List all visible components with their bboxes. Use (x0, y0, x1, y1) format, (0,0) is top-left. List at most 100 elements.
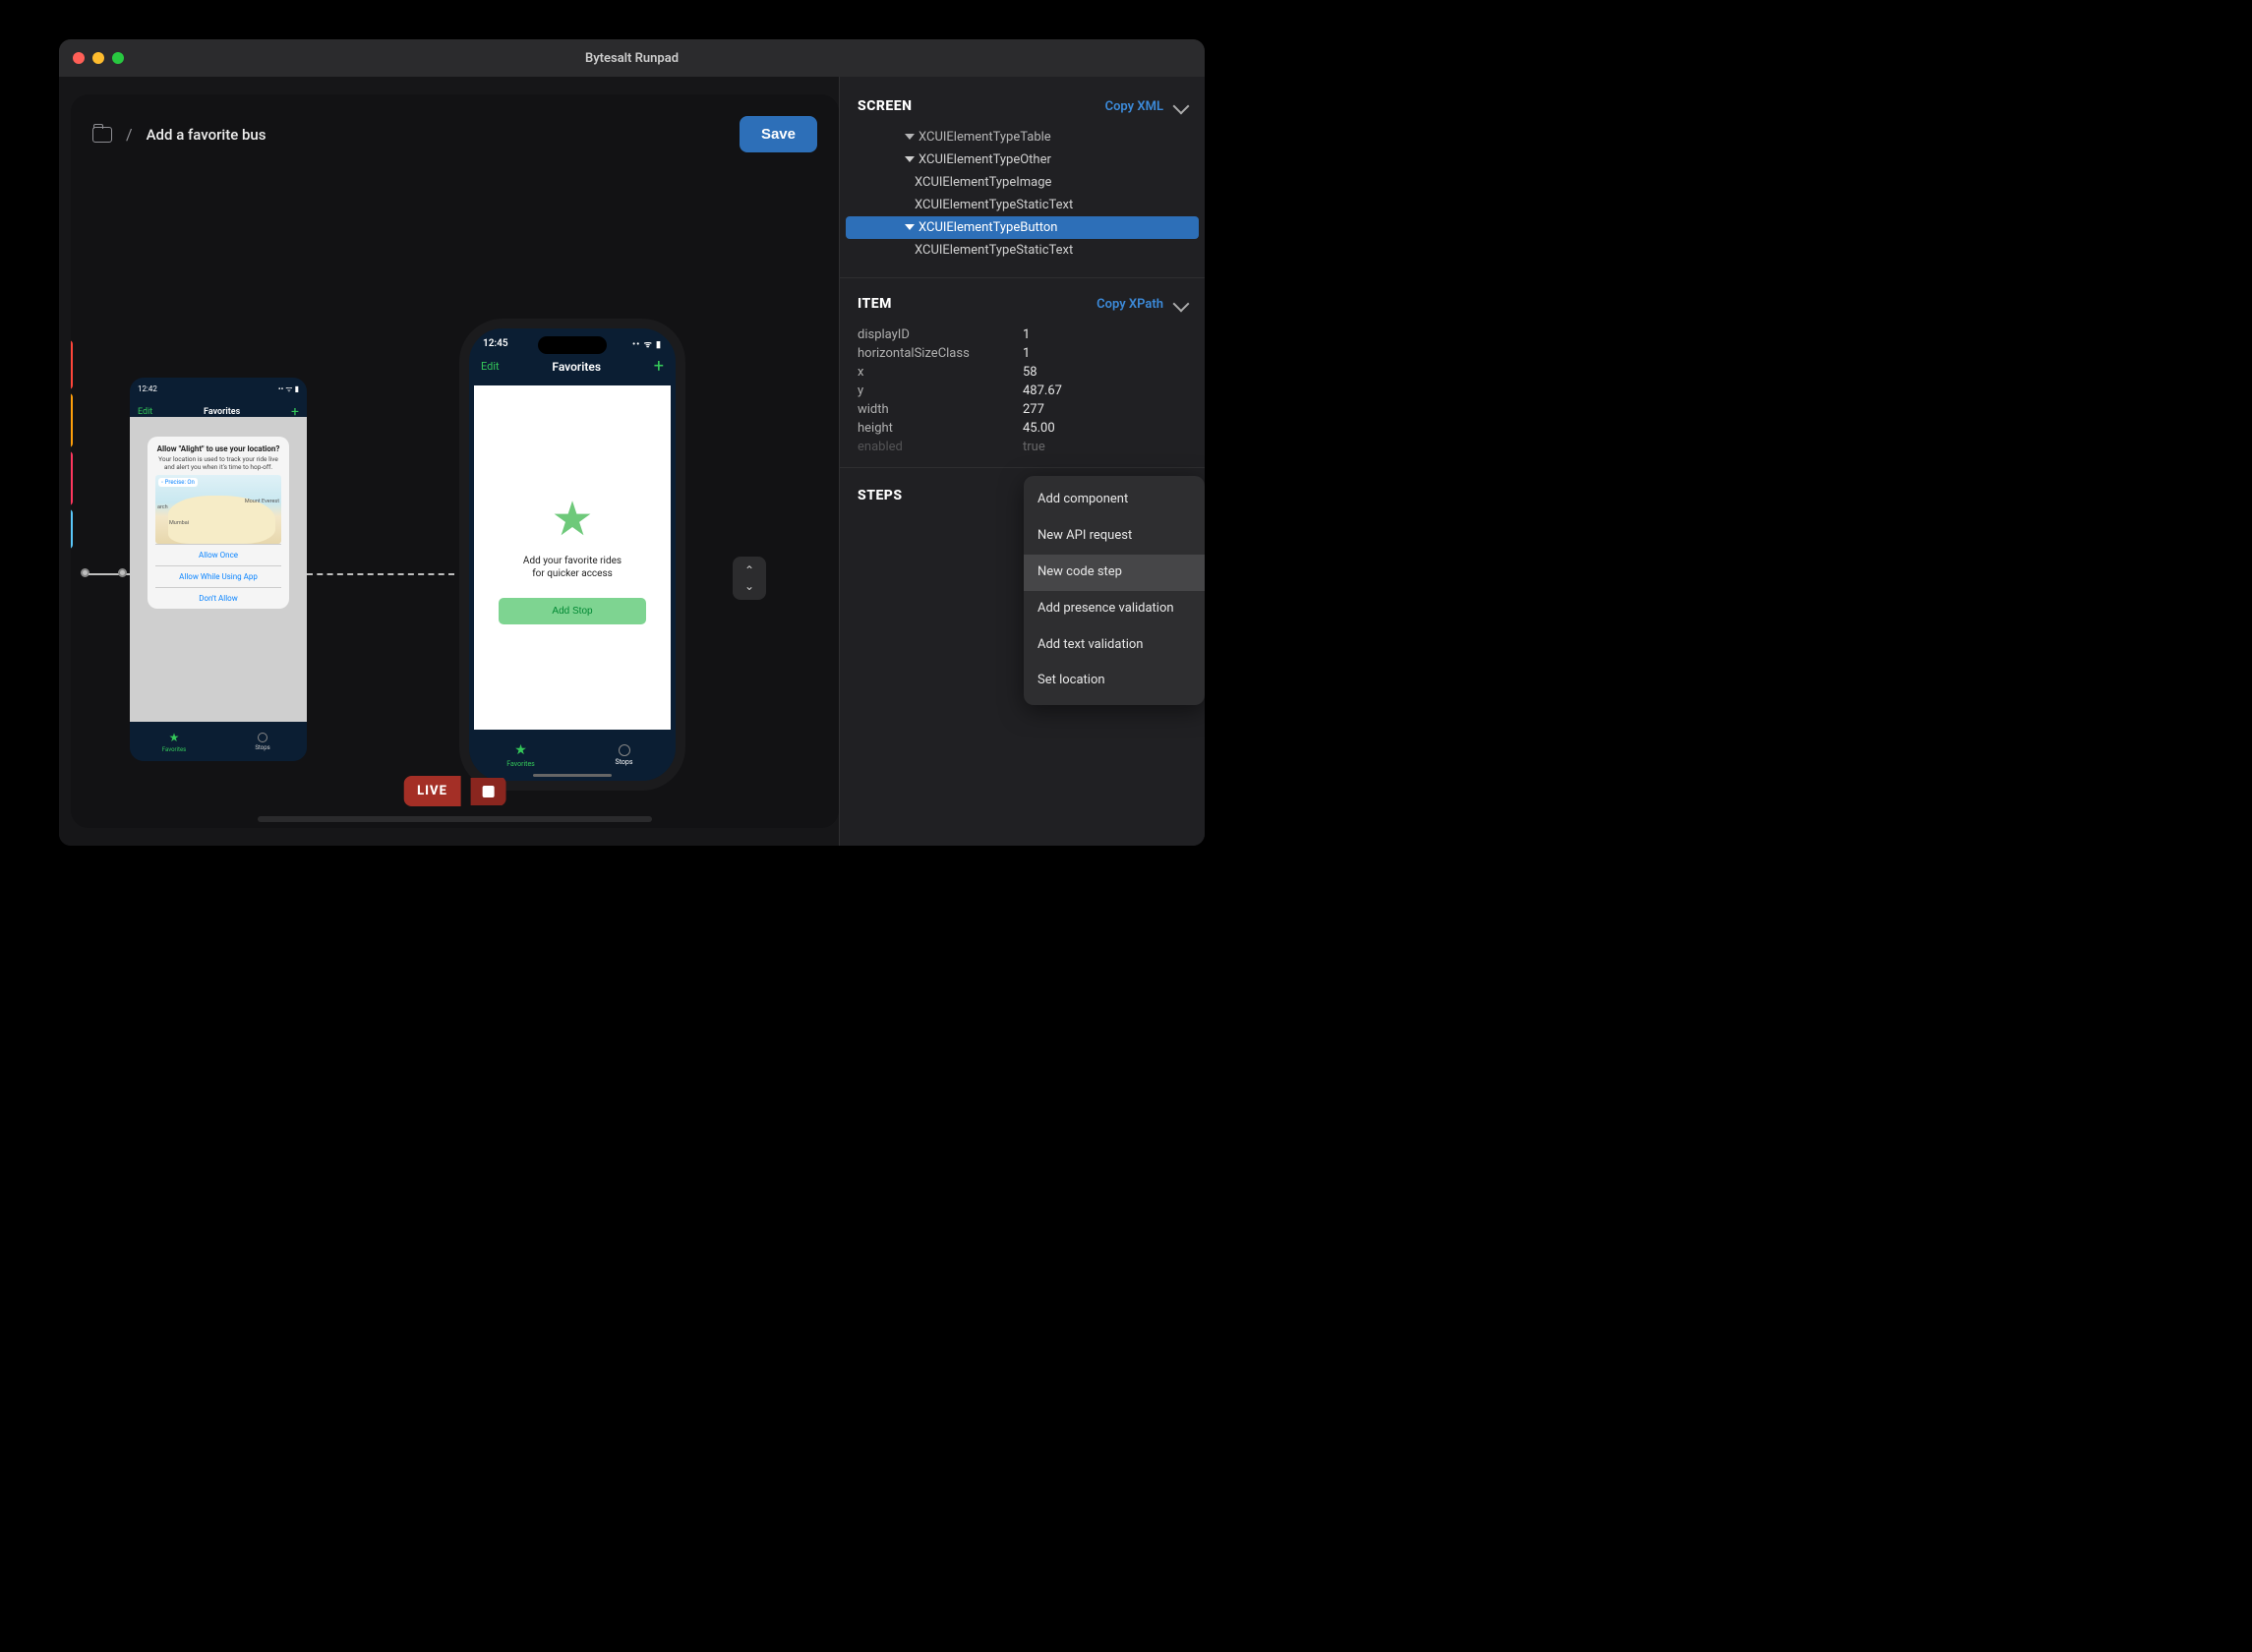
panel-actions: Copy XPath (1096, 297, 1187, 312)
steps-panel: STEPS + Add componentNew API requestNew … (840, 474, 1205, 846)
tree-row[interactable]: XCUIElementTypeStaticText (846, 194, 1199, 216)
live-control: LIVE (403, 776, 506, 806)
alert-map-preview: ◦ Precise: On arch Mumbai Mount Everest (155, 475, 281, 544)
menu-item[interactable]: New API request (1024, 518, 1205, 555)
nav-bar: Edit Favorites + (469, 352, 676, 384)
allow-once-button[interactable]: Allow Once (155, 544, 281, 565)
divider (840, 467, 1205, 468)
property-row: horizontalSizeClass 1 (858, 344, 1187, 363)
copy-xpath-button[interactable]: Copy XPath (1096, 297, 1163, 312)
add-step-menu: Add componentNew API requestNew code ste… (1024, 476, 1205, 705)
nav-title: Favorites (552, 360, 601, 374)
close-window-button[interactable] (73, 52, 85, 64)
canvas-body[interactable]: 12:42 •• ᯤ ▮ Edit Favorites + Allow "Ali… (71, 163, 839, 828)
canvas-scrollbar[interactable] (258, 816, 652, 822)
save-button[interactable]: Save (740, 116, 817, 152)
status-time: 12:42 (138, 384, 157, 393)
panel-title: STEPS (858, 488, 903, 503)
map-label: Mount Everest (245, 499, 279, 504)
screen-panel-header: SCREEN Copy XML (840, 87, 1205, 126)
phone-mock-location-permission[interactable]: 12:42 •• ᯤ ▮ Edit Favorites + Allow "Ali… (130, 378, 307, 761)
minimize-window-button[interactable] (92, 52, 104, 64)
disclosure-triangle-icon (905, 134, 915, 140)
property-row: x 58 (858, 363, 1187, 382)
home-indicator (533, 774, 612, 777)
add-stop-button[interactable]: Add Stop (499, 598, 646, 624)
map-label: arch (157, 504, 168, 510)
tree-row[interactable]: XCUIElementTypeButton (846, 216, 1199, 239)
element-tree[interactable]: XCUIElementTypeTable XCUIElementTypeOther… (840, 126, 1205, 271)
nav-edit-button[interactable]: Edit (138, 407, 152, 417)
app-window: Bytesalt Runpad / Add a favorite bus Sav… (59, 39, 1205, 846)
chevron-down-icon[interactable] (1173, 98, 1190, 115)
status-icons: •• ᯤ ▮ (278, 384, 299, 394)
property-value: 58 (1023, 365, 1037, 380)
inspector-sidebar: SCREEN Copy XML XCUIElementTypeTableXCUI… (839, 77, 1205, 846)
map-label: Mumbai (169, 520, 189, 526)
tree-row-label: XCUIElementTypeOther (919, 152, 1051, 167)
panel-title: ITEM (858, 296, 892, 312)
phone-mock-favorites-empty[interactable]: 12:45 •• ᯤ ▮ Edit Favorites + ★ Add your… (459, 319, 685, 791)
property-key: width (858, 402, 995, 417)
breadcrumb-title: Add a favorite bus (147, 126, 267, 144)
titlebar: Bytesalt Runpad (59, 39, 1205, 77)
live-stop-button[interactable] (471, 778, 506, 805)
nav-plus-button[interactable]: + (654, 356, 664, 377)
tab-label: Favorites (506, 760, 535, 768)
tab-bar: ★ Favorites Stops (130, 722, 307, 761)
folder-icon[interactable] (92, 127, 112, 143)
property-key: x (858, 365, 995, 380)
tree-row[interactable]: XCUIElementTypeStaticText (846, 239, 1199, 262)
chevron-up-icon: ⌃ (744, 563, 754, 577)
dont-allow-button[interactable]: Don't Allow (155, 587, 281, 609)
tree-row[interactable]: XCUIElementTypeImage (846, 171, 1199, 194)
copy-xml-button[interactable]: Copy XML (1105, 99, 1163, 114)
app-body: / Add a favorite bus Save (59, 77, 1205, 846)
empty-state: ★ Add your favorite rides for quicker ac… (474, 385, 671, 730)
circle-icon (258, 733, 267, 742)
menu-item[interactable]: New code step (1024, 555, 1205, 591)
star-icon: ★ (514, 742, 527, 758)
tree-row-label: XCUIElementTypeButton (919, 220, 1057, 235)
star-icon: ★ (169, 731, 180, 744)
stop-icon (483, 786, 495, 797)
alert-title: Allow "Alight" to use your location? (155, 444, 281, 453)
nav-title: Favorites (204, 407, 240, 417)
menu-item[interactable]: Add presence validation (1024, 591, 1205, 627)
nav-edit-button[interactable]: Edit (481, 360, 500, 373)
panel-title: SCREEN (858, 98, 912, 114)
flow-node-icon[interactable] (118, 568, 127, 577)
tree-row-label: XCUIElementTypeStaticText (915, 243, 1073, 258)
property-value: true (1023, 440, 1045, 454)
menu-item[interactable]: Add component (1024, 482, 1205, 518)
chevron-down-icon: ⌄ (744, 579, 754, 593)
strip-orange (71, 393, 73, 447)
divider (840, 277, 1205, 278)
menu-item[interactable]: Add text validation (1024, 627, 1205, 664)
property-value: 1 (1023, 327, 1030, 342)
tab-label: Stops (255, 744, 269, 751)
live-label: LIVE (403, 776, 461, 806)
menu-item[interactable]: Set location (1024, 663, 1205, 699)
tree-row-label: XCUIElementTypeStaticText (915, 198, 1073, 212)
empty-message: Add your favorite rides for quicker acce… (523, 555, 622, 580)
tab-stops[interactable]: Stops (218, 722, 307, 761)
tree-row[interactable]: XCUIElementTypeOther (846, 148, 1199, 171)
location-permission-alert: Allow "Alight" to use your location? You… (148, 437, 289, 609)
tree-row[interactable]: XCUIElementTypeTable (846, 126, 1199, 148)
dynamic-island (538, 336, 607, 354)
maximize-window-button[interactable] (112, 52, 124, 64)
tab-label: Stops (616, 758, 633, 766)
property-key: horizontalSizeClass (858, 346, 995, 361)
allow-while-button[interactable]: Allow While Using App (155, 565, 281, 587)
property-value: 1 (1023, 346, 1030, 361)
strip-pink (71, 451, 73, 505)
panel-actions: Copy XML (1105, 99, 1187, 114)
color-strip (71, 340, 73, 553)
disclosure-triangle-icon (905, 156, 915, 162)
item-properties: displayID1horizontalSizeClass1x58y487.67… (840, 324, 1205, 461)
canvas-step-navigator[interactable]: ⌃ ⌄ (733, 557, 766, 600)
tab-favorites[interactable]: ★ Favorites (130, 722, 218, 761)
chevron-down-icon[interactable] (1173, 296, 1190, 313)
window-title: Bytesalt Runpad (59, 51, 1205, 66)
